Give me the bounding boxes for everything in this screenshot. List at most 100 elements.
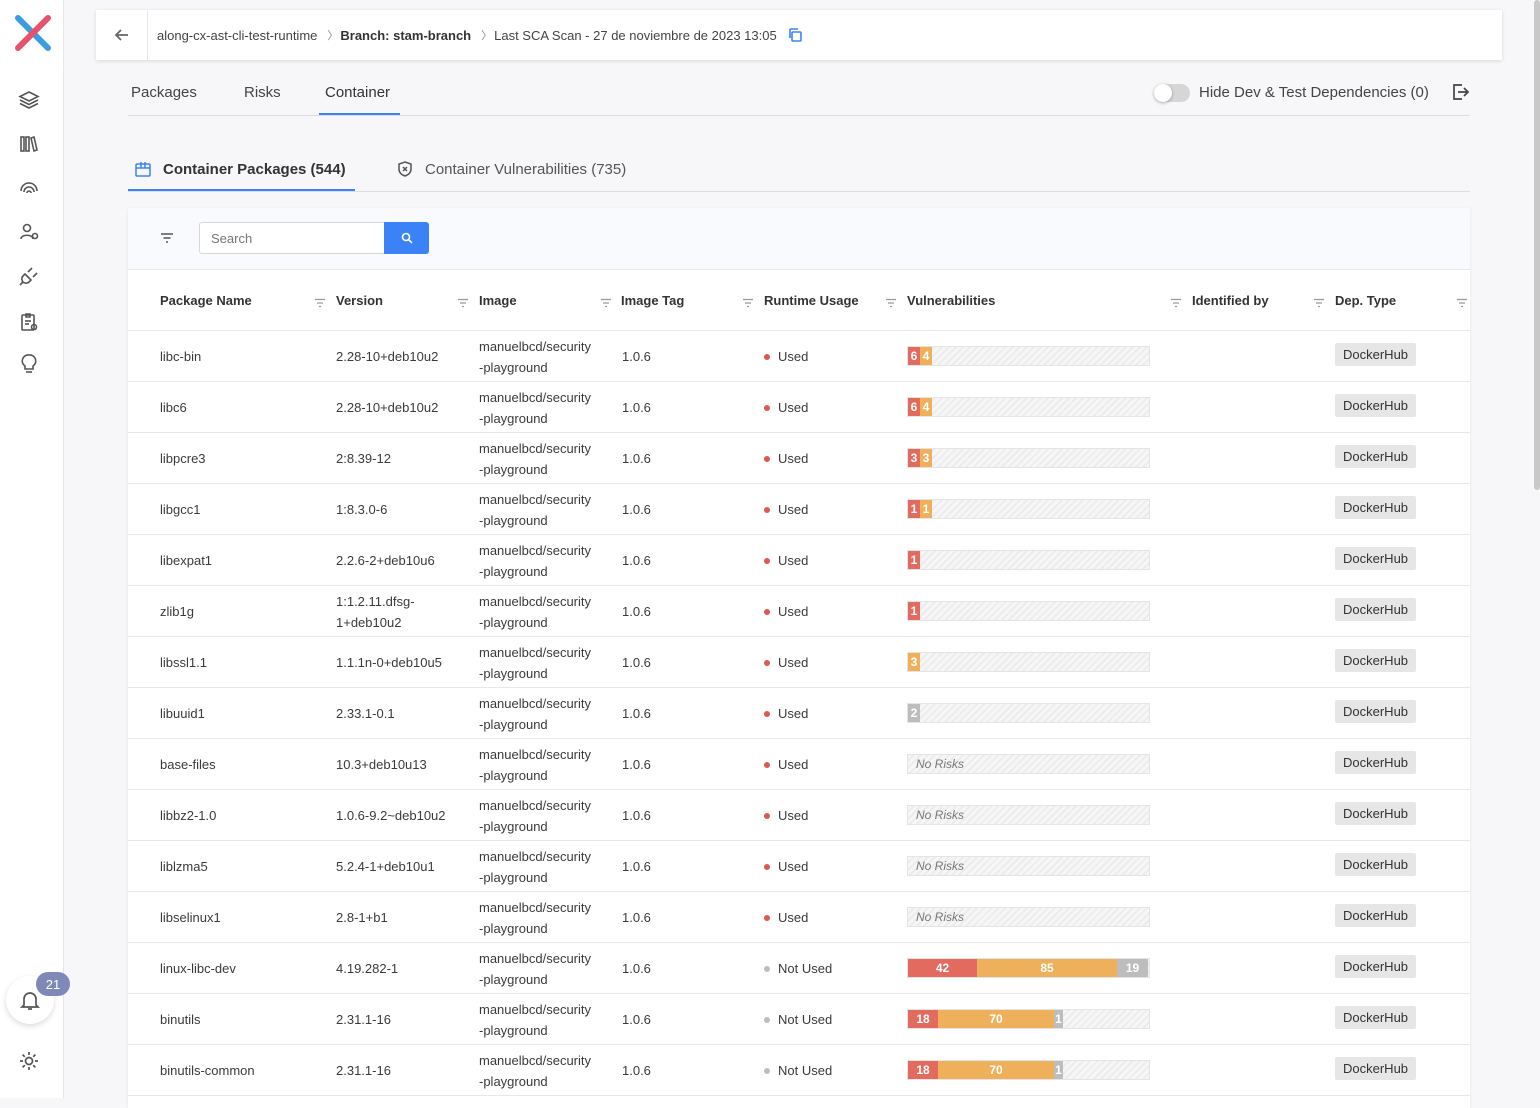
breadcrumb-project[interactable]: along-cx-ast-cli-test-runtime	[157, 28, 317, 43]
clipboard-settings-icon[interactable]	[18, 311, 40, 333]
notifications-count-badge: 21	[36, 972, 70, 996]
high-severity-segment: 6	[908, 347, 920, 365]
active-tab-indicator	[319, 113, 400, 115]
lightbulb-icon[interactable]	[18, 353, 40, 375]
tab-risks[interactable]: Risks	[244, 84, 281, 101]
column-filter-icon[interactable]	[600, 296, 612, 311]
table-row[interactable]: libbz2-1.0 1.0.6-9.2~deb10u2 manuelbcd/sec…	[128, 790, 1470, 841]
table-row[interactable]: zlib1g 1:1.2.11.dfsg- 1+deb10u2 manuelbcd/s…	[128, 586, 1470, 637]
package-name: binutils	[160, 1012, 201, 1027]
back-button[interactable]	[96, 10, 148, 60]
vulnerabilities-bar[interactable]: No Risks	[907, 856, 1150, 876]
app-logo-icon[interactable]	[14, 14, 52, 52]
vulnerabilities-bar[interactable]: 18 70 1	[907, 1009, 1150, 1029]
breadcrumb-separator-icon: 〉	[327, 30, 339, 42]
vulnerabilities-bar[interactable]: 1	[907, 601, 1150, 621]
tab-container[interactable]: Container	[325, 84, 390, 101]
column-header-identified-by[interactable]: Identified by	[1192, 293, 1269, 308]
version-line: 2.2.6-2+deb10u6	[336, 553, 435, 568]
column-header-version[interactable]: Version	[336, 293, 383, 308]
vulnerabilities-bar[interactable]: No Risks	[907, 907, 1150, 927]
table-body: libc-bin 2.28-10+deb10u2 manuelbcd/securit…	[128, 331, 1470, 1096]
table-row[interactable]: linux-libc-dev 4.19.282-1 manuelbcd/securi…	[128, 943, 1470, 994]
vulnerabilities-bar[interactable]: 1	[907, 550, 1150, 570]
table-row[interactable]: base-files 10.3+deb10u13 manuelbcd/securit…	[128, 739, 1470, 790]
column-filter-icon[interactable]	[457, 296, 469, 311]
table-row[interactable]: libgcc1 1:8.3.0-6 manuelbcd/security -playg…	[128, 484, 1470, 535]
library-icon[interactable]	[18, 133, 40, 155]
high-severity-segment: 18	[908, 1010, 938, 1028]
runtime-usage: Used	[764, 706, 808, 721]
table-row[interactable]: liblzma5 5.2.4-1+deb10u1 manuelbcd/securit…	[128, 841, 1470, 892]
tab-container-vulnerabilities[interactable]: Container Vulnerabilities (735)	[396, 160, 626, 178]
table-row[interactable]: libc-bin 2.28-10+deb10u2 manuelbcd/securit…	[128, 331, 1470, 382]
table-row[interactable]: libc6 2.28-10+deb10u2 manuelbcd/security -p…	[128, 382, 1470, 433]
layers-icon[interactable]	[18, 89, 40, 111]
gear-icon[interactable]	[18, 1050, 40, 1072]
vulnerabilities-bar[interactable]: 64	[907, 397, 1150, 417]
column-filter-icon[interactable]	[885, 296, 897, 311]
table-row[interactable]: binutils 2.31.1-16 manuelbcd/security -play…	[128, 994, 1470, 1045]
image-name: manuelbcd/security -playground	[479, 744, 609, 786]
package-name: libexpat1	[160, 553, 213, 568]
vulnerabilities-bar[interactable]: 11	[907, 499, 1150, 519]
column-header-dep-type[interactable]: Dep. Type	[1335, 293, 1396, 308]
table-row[interactable]: libuuid1 2.33.1-0.1 manuelbcd/security -pla…	[128, 688, 1470, 739]
search-button[interactable]	[384, 222, 429, 254]
version-line: 1+deb10u2	[336, 615, 402, 630]
runtime-usage: Used	[764, 349, 808, 364]
medium-severity-segment: 4	[920, 398, 932, 416]
image-name: manuelbcd/security -playground	[479, 693, 609, 735]
column-header-vulnerabilities[interactable]: Vulnerabilities	[907, 293, 995, 308]
vulnerabilities-bar[interactable]: 64	[907, 346, 1150, 366]
column-header-image-tag[interactable]: Image Tag	[621, 293, 684, 308]
filter-icon[interactable]	[159, 230, 175, 251]
vulnerabilities-bar[interactable]: No Risks	[907, 805, 1150, 825]
table-row[interactable]: libexpat1 2.2.6-2+deb10u6 manuelbcd/securi…	[128, 535, 1470, 586]
breadcrumb-branch[interactable]: Branch: stam-branch	[340, 28, 471, 43]
usage-label: Used	[778, 859, 809, 874]
no-risks-label: No Risks	[916, 808, 965, 822]
usage-label: Used	[778, 655, 809, 670]
vulnerabilities-bar[interactable]: 42 85 19	[907, 958, 1150, 978]
column-filter-icon[interactable]	[1456, 296, 1468, 311]
vulnerabilities-bar[interactable]: 18 70 1	[907, 1060, 1150, 1080]
package-name: zlib1g	[160, 604, 194, 619]
vulnerabilities-bar[interactable]: 3	[907, 652, 1150, 672]
image-tag: 1.0.6	[622, 757, 651, 772]
table-row[interactable]: binutils-common 2.31.1-16 manuelbcd/securi…	[128, 1045, 1470, 1096]
usage-status-dot	[764, 1067, 770, 1074]
plug-icon[interactable]	[18, 265, 40, 287]
tab-packages[interactable]: Packages	[131, 84, 197, 101]
table-row[interactable]: libssl1.1 1.1.1n-0+deb10u5 manuelbcd/secur…	[128, 637, 1470, 688]
vulnerabilities-bar[interactable]: 33	[907, 448, 1150, 468]
export-icon[interactable]	[1450, 82, 1470, 107]
usage-label: Not Used	[778, 1012, 833, 1027]
column-filter-icon[interactable]	[742, 296, 754, 311]
column-header-runtime-usage[interactable]: Runtime Usage	[764, 293, 859, 308]
user-settings-icon[interactable]	[18, 221, 40, 243]
tab-container-packages[interactable]: Container Packages (544)	[134, 160, 346, 178]
version-line: 1:8.3.0-6	[336, 502, 388, 517]
column-filter-icon[interactable]	[1313, 296, 1325, 311]
column-header-package-name[interactable]: Package Name	[160, 293, 252, 308]
runtime-usage: Used	[764, 859, 808, 874]
search-input[interactable]	[199, 222, 385, 254]
usage-status-dot	[764, 863, 770, 870]
page-scrollbar[interactable]	[1534, 0, 1540, 490]
vulnerabilities-bar[interactable]: 2	[907, 703, 1150, 723]
column-header-image[interactable]: Image	[479, 293, 517, 308]
vulnerabilities-bar[interactable]: No Risks	[907, 754, 1150, 774]
table-row[interactable]: libselinux1 2.8-1+b1 manuelbcd/security -pl…	[128, 892, 1470, 943]
column-filter-icon[interactable]	[314, 296, 326, 311]
table-row[interactable]: libpcre3 2:8.39-12 manuelbcd/security -play…	[128, 433, 1470, 484]
fingerprint-icon[interactable]	[18, 177, 40, 199]
hide-dev-toggle[interactable]	[1154, 84, 1190, 102]
medium-severity-segment: 3	[908, 653, 920, 671]
usage-label: Not Used	[778, 1063, 833, 1078]
usage-label: Used	[778, 502, 809, 517]
copy-icon[interactable]	[787, 27, 803, 43]
usage-status-dot	[764, 965, 770, 972]
image-line: manuelbcd/security	[479, 849, 591, 864]
column-filter-icon[interactable]	[1170, 296, 1182, 311]
